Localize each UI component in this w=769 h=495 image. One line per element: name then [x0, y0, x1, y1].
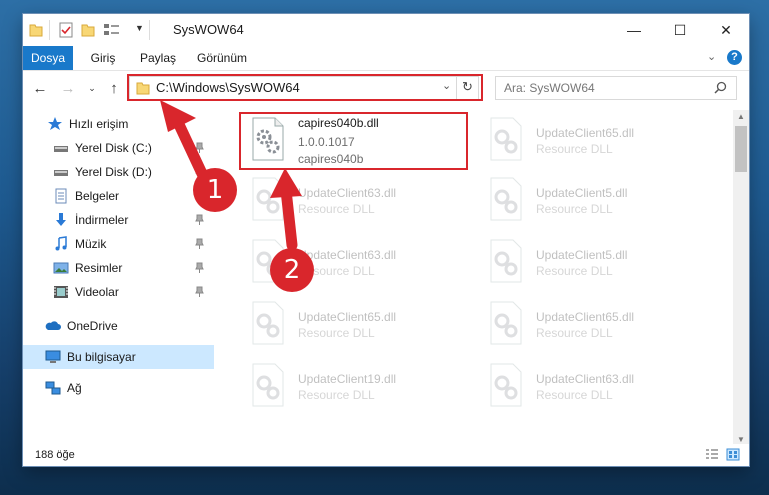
step-2-marker: 2: [270, 248, 314, 292]
annotation-arrows: [160, 100, 302, 251]
step-1-marker: 1: [193, 168, 237, 212]
